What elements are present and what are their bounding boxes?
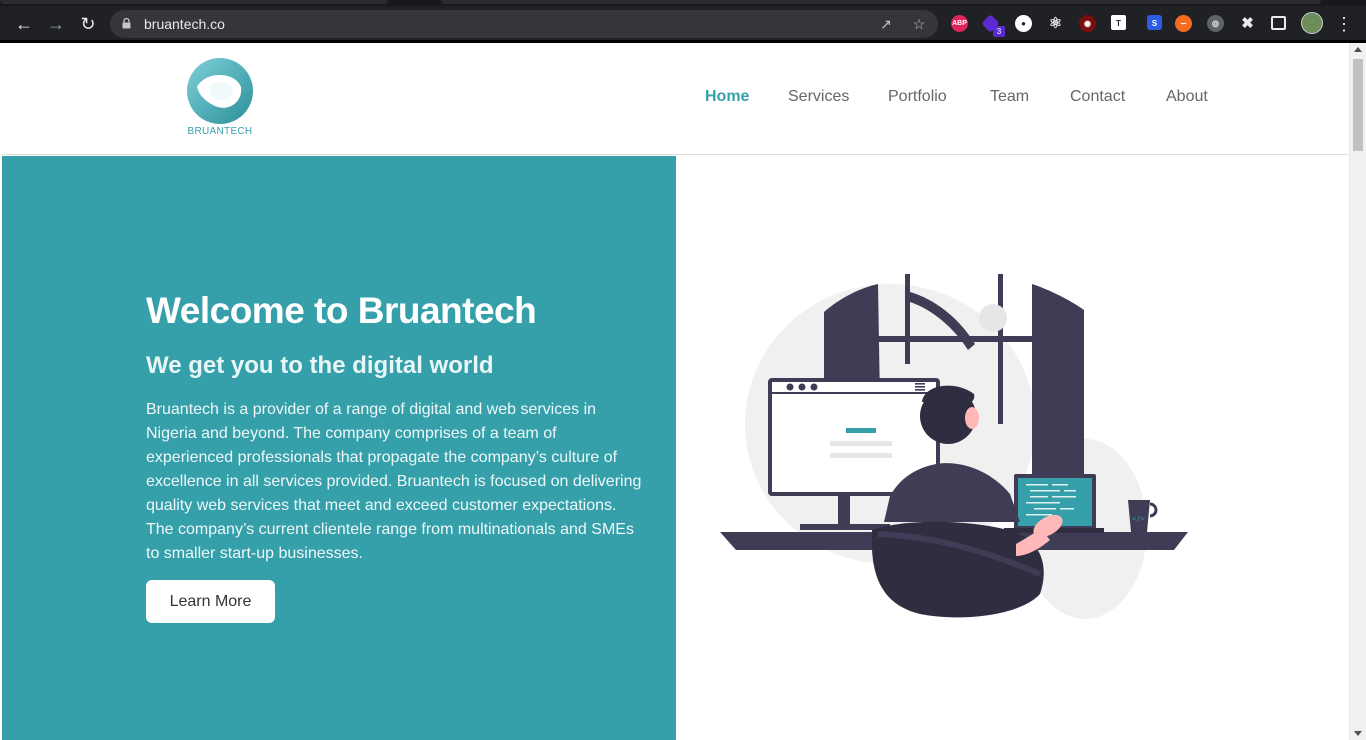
- brand-logo[interactable]: BRUANTECH: [185, 57, 255, 139]
- logo-wordmark: BRUANTECH: [187, 126, 253, 137]
- lock-icon: [122, 18, 131, 29]
- share-icon[interactable]: ↗: [878, 16, 894, 32]
- bookmark-star-icon[interactable]: ☆: [911, 16, 927, 32]
- hero-illustration-panel: </>: [676, 156, 1348, 740]
- back-icon[interactable]: ←: [12, 12, 36, 36]
- url-text[interactable]: bruantech.co: [144, 16, 225, 32]
- extension-badge: 3: [993, 26, 1005, 37]
- learn-more-button[interactable]: Learn More: [146, 580, 275, 623]
- hero-subtitle: We get you to the digital world: [146, 352, 494, 379]
- address-bar[interactable]: bruantech.co ↗ ☆: [110, 10, 938, 38]
- avatar[interactable]: [1301, 12, 1323, 34]
- developer-at-desk-illustration: </>: [720, 274, 1188, 619]
- extension-s-icon[interactable]: S: [1147, 15, 1162, 30]
- forward-icon[interactable]: →: [44, 12, 68, 36]
- nav-home[interactable]: Home: [705, 88, 749, 106]
- reload-icon[interactable]: ↻: [76, 12, 100, 36]
- extension-record-icon[interactable]: ◉: [1079, 15, 1096, 32]
- vertical-scrollbar[interactable]: [1349, 43, 1366, 740]
- menu-kebab-icon[interactable]: ⋮: [1332, 12, 1356, 36]
- logo-mark-icon: [187, 58, 253, 124]
- puzzle-extensions-icon[interactable]: ✖: [1239, 15, 1256, 32]
- extension-text-icon[interactable]: T: [1111, 15, 1126, 30]
- tab-active[interactable]: [441, 0, 1321, 4]
- scroll-down-arrow-icon[interactable]: [1354, 731, 1362, 736]
- react-devtools-icon[interactable]: ⚛: [1047, 15, 1064, 32]
- nav-about[interactable]: About: [1166, 88, 1208, 106]
- svg-text:</>: </>: [1132, 515, 1145, 523]
- site-header: BRUANTECH Home Services Portfolio Team C…: [2, 43, 1348, 155]
- nav-team[interactable]: Team: [990, 88, 1029, 106]
- hero-description: Bruantech is a provider of a range of di…: [146, 401, 642, 562]
- extension-circle-icon[interactable]: ●: [1015, 15, 1032, 32]
- webpage: BRUANTECH Home Services Portfolio Team C…: [2, 43, 1348, 740]
- hero-panel: Welcome to Bruantech We get you to the d…: [2, 156, 676, 740]
- adblock-extension-icon[interactable]: ABP: [951, 15, 968, 32]
- scroll-up-arrow-icon[interactable]: [1354, 47, 1362, 52]
- hero-title: Welcome to Bruantech: [146, 290, 537, 331]
- nav-services[interactable]: Services: [788, 88, 849, 106]
- tab-inactive[interactable]: [0, 0, 388, 4]
- side-panel-icon[interactable]: [1271, 16, 1286, 30]
- browser-toolbar: ← → ↻ bruantech.co ↗ ☆ ABP 3 ● ⚛ ◉ T S ∽…: [0, 0, 1366, 43]
- nav-contact[interactable]: Contact: [1070, 88, 1125, 106]
- globe-extension-icon[interactable]: ◎: [1207, 15, 1224, 32]
- rss-extension-icon[interactable]: ∽: [1175, 15, 1192, 32]
- scrollbar-thumb[interactable]: [1353, 59, 1363, 151]
- nav-portfolio[interactable]: Portfolio: [888, 88, 947, 106]
